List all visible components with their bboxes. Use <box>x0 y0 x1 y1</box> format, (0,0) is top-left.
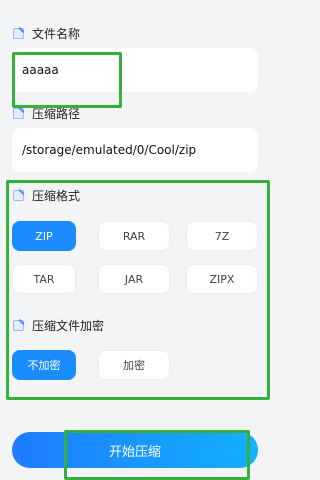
file-name-input[interactable]: aaaaa <box>22 63 59 77</box>
format-option-tar[interactable]: TAR <box>12 264 76 294</box>
compress-path-input[interactable]: /storage/emulated/0/Cool/zip <box>22 143 196 157</box>
format-option-jar[interactable]: JAR <box>98 264 170 294</box>
encryption-option-none[interactable]: 不加密 <box>12 350 76 380</box>
note-icon <box>13 27 25 39</box>
compress-format-label: 压缩格式 <box>32 188 81 203</box>
compress-path-section-label: 压缩路径 <box>12 104 80 122</box>
format-option-rar[interactable]: RAR <box>98 221 170 251</box>
compress-path-field[interactable]: /storage/emulated/0/Cool/zip <box>12 128 258 172</box>
file-name-label: 文件名称 <box>32 26 81 41</box>
file-name-field[interactable]: aaaaa <box>12 48 258 92</box>
start-compress-button[interactable]: 开始压缩 <box>12 432 258 468</box>
compress-path-label: 压缩路径 <box>32 106 81 121</box>
encryption-option-encrypt[interactable]: 加密 <box>98 350 170 380</box>
format-option-zipx[interactable]: ZIPX <box>186 264 258 294</box>
note-icon <box>13 319 25 331</box>
format-option-7z[interactable]: 7Z <box>186 221 258 251</box>
encryption-label: 压缩文件加密 <box>32 318 105 333</box>
file-name-section-label: 文件名称 <box>12 24 80 42</box>
format-option-zip[interactable]: ZIP <box>12 221 76 251</box>
encryption-section-label: 压缩文件加密 <box>12 316 104 334</box>
note-icon <box>13 189 25 201</box>
compress-format-section-label: 压缩格式 <box>12 186 80 204</box>
note-icon <box>13 107 25 119</box>
